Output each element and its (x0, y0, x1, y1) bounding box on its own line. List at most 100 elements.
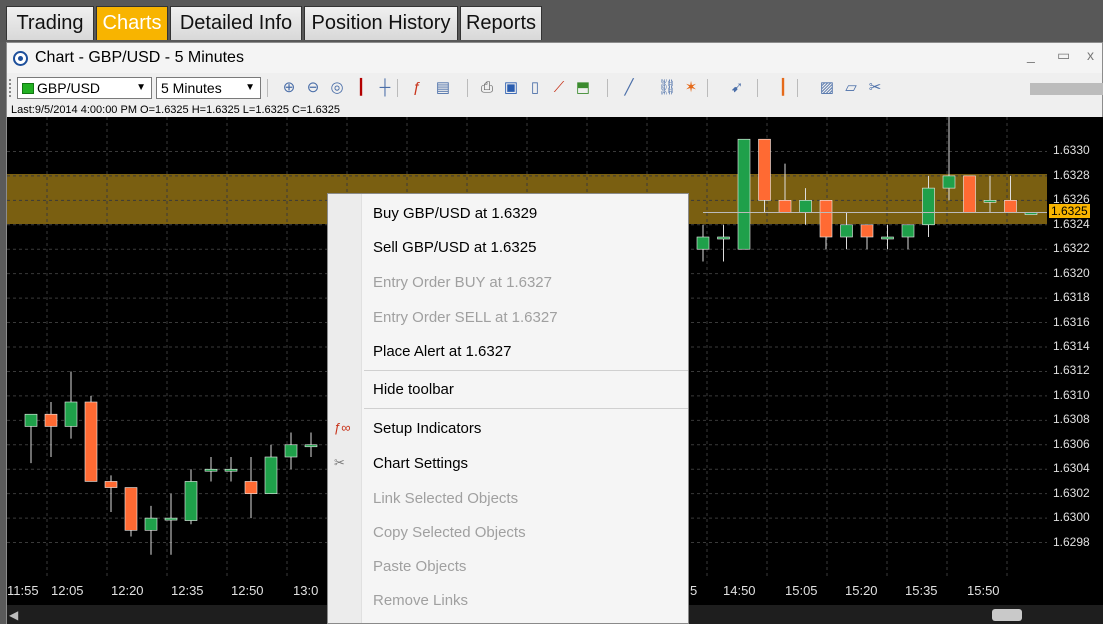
y-tick-label: 1.6320 (1053, 265, 1090, 280)
y-tick-label: 1.6330 (1053, 143, 1090, 158)
toolbar-separator (757, 79, 758, 97)
indicators-icon: ƒ∞ (334, 420, 351, 435)
candle-body (204, 468, 218, 472)
candle-body (799, 200, 812, 213)
y-tick-label: 1.6316 (1053, 314, 1090, 329)
timeframe-select[interactable]: 5 Minutes ▼ (156, 77, 261, 99)
scrollbar-thumb[interactable] (992, 609, 1022, 621)
candle-body (124, 487, 138, 531)
templates-icon[interactable]: ▤ (433, 78, 453, 98)
line-chart-icon[interactable]: ⟋ (549, 78, 569, 98)
y-tick-label: 1.6308 (1053, 412, 1090, 427)
tab-charts[interactable]: Charts (96, 6, 168, 40)
window-titlebar: Chart - GBP/USD - 5 Minutes _ ▭ x (7, 43, 1102, 73)
tab-position-history[interactable]: Position History (304, 6, 458, 40)
timeframe-value: 5 Minutes (161, 80, 222, 96)
toolbar-grip[interactable] (9, 79, 12, 97)
zoom-in-icon[interactable]: ⊕ (279, 78, 299, 98)
price-axis: 1.6330 1.6328 1.6326 1.6324 1.6322 1.6320 1.63… (1047, 117, 1103, 577)
tab-detailed-info[interactable]: Detailed Info (170, 6, 302, 40)
candle-body (164, 517, 178, 521)
candle-body (983, 200, 997, 203)
x-tick-label: 14:50 (723, 583, 756, 598)
menu-item[interactable]: Remove Links (373, 592, 468, 609)
y-tick-label: 1.6314 (1053, 339, 1090, 353)
y-tick-label: 1.6298 (1053, 534, 1090, 549)
close-button[interactable]: x (1087, 47, 1094, 63)
notes-icon[interactable]: ▱ (841, 78, 861, 98)
candle-body (819, 200, 833, 238)
document-icon[interactable]: ▯ (525, 78, 545, 98)
menu-item[interactable]: Place Alert at 1.6327 (373, 343, 511, 360)
zoom-fit-icon[interactable]: ◎ (327, 78, 347, 98)
tab-trading[interactable]: Trading (6, 6, 94, 40)
minimize-button[interactable]: _ (1027, 47, 1035, 63)
ohlc-info: Last:9/5/2014 4:00:00 PM O=1.6325 H=1.63… (7, 103, 1102, 117)
x-tick-label: 12:50 (231, 583, 264, 598)
symbol-select[interactable]: GBP/USD ▼ (17, 77, 152, 99)
menu-item[interactable]: Entry Order SELL at 1.6327 (373, 309, 558, 326)
menu-separator (364, 370, 688, 371)
menu-item[interactable]: Setup Indicators (373, 420, 481, 437)
candle-body (737, 138, 751, 250)
x-tick-label: 15:05 (785, 583, 818, 598)
candle-icon[interactable]: ┃ (773, 78, 793, 98)
cursor-icon[interactable]: ┃ (351, 78, 371, 98)
toolbar-overflow (1030, 83, 1103, 95)
screenshot-icon[interactable]: ▨ (817, 78, 837, 98)
toolbar-separator (707, 79, 708, 97)
candle-body (1004, 200, 1017, 213)
crosshair-icon[interactable]: ┼ (375, 78, 395, 98)
chart-toolbar: GBP/USD ▼ 5 Minutes ▼ ⊕ ⊖ ◎ ┃ ┼ ƒ ▤ ⎙ ▣ ▯ ⟋ ⬒ ╱ ⛓ ✶ ➹ ┃ ▨… (7, 73, 1103, 103)
restore-button[interactable]: ▭ (1057, 47, 1070, 64)
candle-body (963, 175, 976, 213)
fib-icon[interactable]: ✶ (681, 78, 701, 98)
symbol-value: GBP/USD (37, 80, 101, 96)
menu-item[interactable]: Chart Settings (373, 455, 468, 472)
indicators-icon[interactable]: ƒ (407, 78, 427, 98)
candle-body (942, 175, 956, 189)
candle-body (922, 187, 935, 226)
chevron-down-icon: ▼ (136, 82, 146, 93)
pointer-icon[interactable]: ➹ (727, 78, 747, 98)
menu-item[interactable]: Entry Order BUY at 1.6327 (373, 274, 552, 291)
candle-body (860, 224, 874, 238)
x-tick-label: 15:50 (967, 583, 1000, 598)
candle-body (778, 200, 792, 213)
candle-body (881, 236, 894, 240)
x-tick-label: 15:35 (905, 583, 938, 598)
menu-item[interactable]: Copy Selected Objects (373, 524, 526, 541)
candle-body (84, 401, 98, 482)
export-icon[interactable]: ⬒ (573, 78, 593, 98)
x-tick-label: 15:20 (845, 583, 878, 598)
toolbar-separator (607, 79, 608, 97)
y-tick-label: 1.6304 (1053, 461, 1090, 476)
candle-body (104, 481, 118, 488)
candle-body (284, 444, 298, 458)
scroll-left-icon[interactable]: ◀ (9, 608, 18, 622)
candle-body (717, 236, 730, 240)
menu-item[interactable]: Buy GBP/USD at 1.6329 (373, 205, 537, 222)
menu-item[interactable]: Sell GBP/USD at 1.6325 (373, 239, 536, 256)
x-tick-label: 12:35 (171, 583, 204, 598)
menu-item[interactable]: Paste Objects (373, 558, 466, 575)
zoom-out-icon[interactable]: ⊖ (303, 78, 323, 98)
print-icon[interactable]: ⎙ (477, 78, 497, 98)
app-logo-icon (13, 51, 28, 66)
settings-icon[interactable]: ✂ (865, 78, 885, 98)
menu-item[interactable]: Link Selected Objects (373, 490, 518, 507)
x-tick-label: 12:20 (111, 583, 144, 598)
menu-item[interactable]: Hide toolbar (373, 381, 454, 398)
app-root: Trading Charts Detailed Info Position Hi… (0, 0, 1103, 624)
x-tick-label: 13:0 (293, 583, 319, 598)
y-tick-label: 1.6318 (1053, 290, 1090, 305)
tab-reports[interactable]: Reports (460, 6, 542, 40)
candle-body (304, 444, 318, 448)
candle-body (224, 468, 238, 472)
toolbar-separator (267, 79, 268, 97)
save-icon[interactable]: ▣ (501, 78, 521, 98)
trend-line-icon[interactable]: ╱ (619, 78, 639, 98)
last-price-label: 1.6325 (1049, 203, 1090, 218)
link-icon[interactable]: ⛓ (657, 78, 677, 98)
y-tick-label: 1.6300 (1053, 510, 1090, 525)
